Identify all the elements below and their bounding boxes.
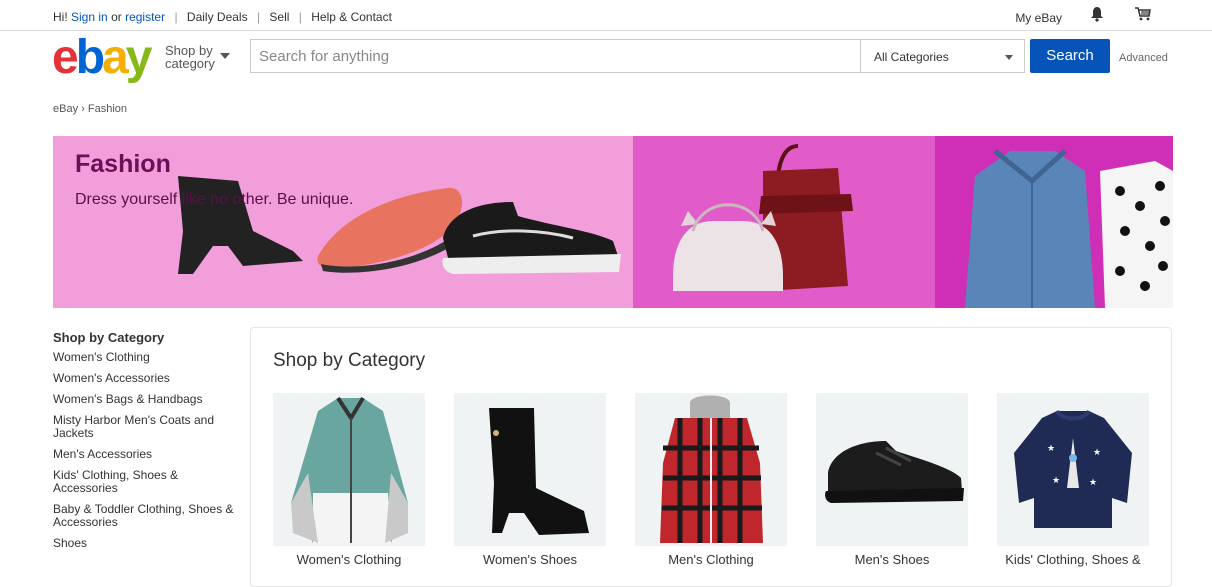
daily-deals-link[interactable]: Daily Deals — [187, 10, 248, 24]
breadcrumb-separator: › — [81, 103, 85, 115]
card-label: Women's Shoes — [482, 552, 577, 567]
category-select[interactable]: All Categories — [861, 39, 1025, 73]
hero-tagline: Dress yourself like no other. Be unique. — [75, 191, 354, 208]
clothing-illustration — [965, 149, 1173, 308]
category-panel: Shop by Category Women's Clothing Women'… — [250, 327, 1172, 587]
search-button[interactable]: Search — [1030, 39, 1110, 73]
category-card-womens-shoes[interactable]: Women's Shoes — [454, 393, 606, 567]
separator: | — [174, 10, 178, 24]
my-ebay-link[interactable]: My eBay — [1015, 11, 1062, 25]
search-input[interactable]: Search for anything — [250, 39, 861, 73]
category-sidebar: Shop by Category Women's Clothing Women'… — [53, 330, 238, 558]
sidebar-item-womens-clothing[interactable]: Women's Clothing — [53, 351, 238, 364]
header: ebay Shop by category Search for anythin… — [0, 34, 1212, 82]
sidebar-item-shoes[interactable]: Shoes — [53, 537, 238, 550]
category-card-mens-clothing[interactable]: Men's Clothing — [635, 393, 787, 567]
hero-title: Fashion — [75, 150, 171, 178]
separator: | — [298, 10, 302, 24]
sidebar-title: Shop by Category — [53, 330, 165, 345]
register-link[interactable]: register — [125, 10, 165, 24]
card-label: Men's Clothing — [668, 552, 754, 567]
advanced-search-link[interactable]: Advanced — [1119, 52, 1168, 64]
breadcrumb-fashion: Fashion — [87, 103, 128, 115]
or-text: or — [111, 10, 122, 24]
help-contact-link[interactable]: Help & Contact — [311, 10, 392, 24]
chevron-down-icon — [1005, 55, 1013, 60]
top-bar: Hi! Sign in or register | Daily Deals | … — [0, 0, 1212, 31]
cart-icon[interactable] — [1134, 6, 1152, 25]
sidebar-item-womens-bags[interactable]: Women's Bags & Handbags — [53, 393, 238, 406]
sidebar-item-womens-accessories[interactable]: Women's Accessories — [53, 372, 238, 385]
card-label: Men's Shoes — [854, 552, 930, 567]
svg-text:★: ★ — [1089, 478, 1097, 488]
hero-banner[interactable]: Fashion Dress yourself like no other. Be… — [53, 136, 1173, 308]
sell-link[interactable]: Sell — [269, 10, 289, 24]
panel-title: Shop by Category — [273, 350, 426, 371]
category-card-womens-clothing[interactable]: Women's Clothing — [273, 393, 425, 567]
greeting: Hi! — [53, 10, 68, 24]
top-bar-left: Hi! Sign in or register | Daily Deals | … — [53, 10, 392, 24]
mens-sneaker-image — [816, 393, 968, 546]
shop-by-category-button[interactable]: Shop by category — [165, 44, 230, 71]
notification-bell-icon[interactable] — [1090, 6, 1104, 25]
card-label: Kids' Clothing, Shoes & — [1005, 552, 1141, 567]
hero-panel-clothing — [935, 136, 1173, 308]
womens-jacket-image — [273, 393, 425, 546]
sidebar-item-baby-clothing[interactable]: Baby & Toddler Clothing, Shoes & Accesso… — [53, 503, 238, 529]
breadcrumb-ebay[interactable]: eBay — [53, 103, 78, 115]
category-card-kids-clothing[interactable]: ★ ★ ★ ★ Kids' Clothing, Shoes & — [997, 393, 1149, 567]
sidebar-item-kids-clothing[interactable]: Kids' Clothing, Shoes & Accessories — [53, 469, 238, 495]
category-select-value: All Categories — [874, 50, 949, 64]
svg-text:★: ★ — [1093, 448, 1101, 458]
womens-boot-image — [454, 393, 606, 546]
hero-panel-bags — [633, 136, 935, 308]
ebay-logo[interactable]: ebay — [52, 34, 152, 82]
separator: | — [256, 10, 261, 24]
breadcrumb: eBay › Fashion — [53, 103, 127, 115]
card-label: Women's Clothing — [296, 552, 402, 567]
sidebar-item-mens-accessories[interactable]: Men's Accessories — [53, 448, 238, 461]
chevron-down-icon — [220, 53, 230, 59]
top-bar-right: My eBay — [1015, 6, 1152, 25]
mens-flannel-image — [635, 393, 787, 546]
kids-sweater-image: ★ ★ ★ ★ — [997, 393, 1149, 546]
shop-by-line2: category — [165, 56, 215, 71]
sign-in-link[interactable]: Sign in — [71, 10, 108, 24]
bags-illustration — [673, 144, 853, 291]
category-card-mens-shoes[interactable]: Men's Shoes — [816, 393, 968, 567]
svg-text:★: ★ — [1052, 476, 1060, 486]
sidebar-item-mens-coats[interactable]: Misty Harbor Men's Coats and Jackets — [53, 414, 238, 440]
category-cards: Women's Clothing Women's Shoes Men's Clo… — [273, 393, 1178, 567]
svg-text:★: ★ — [1047, 444, 1055, 454]
hero-panel-shoes: Fashion Dress yourself like no other. Be… — [53, 136, 633, 308]
